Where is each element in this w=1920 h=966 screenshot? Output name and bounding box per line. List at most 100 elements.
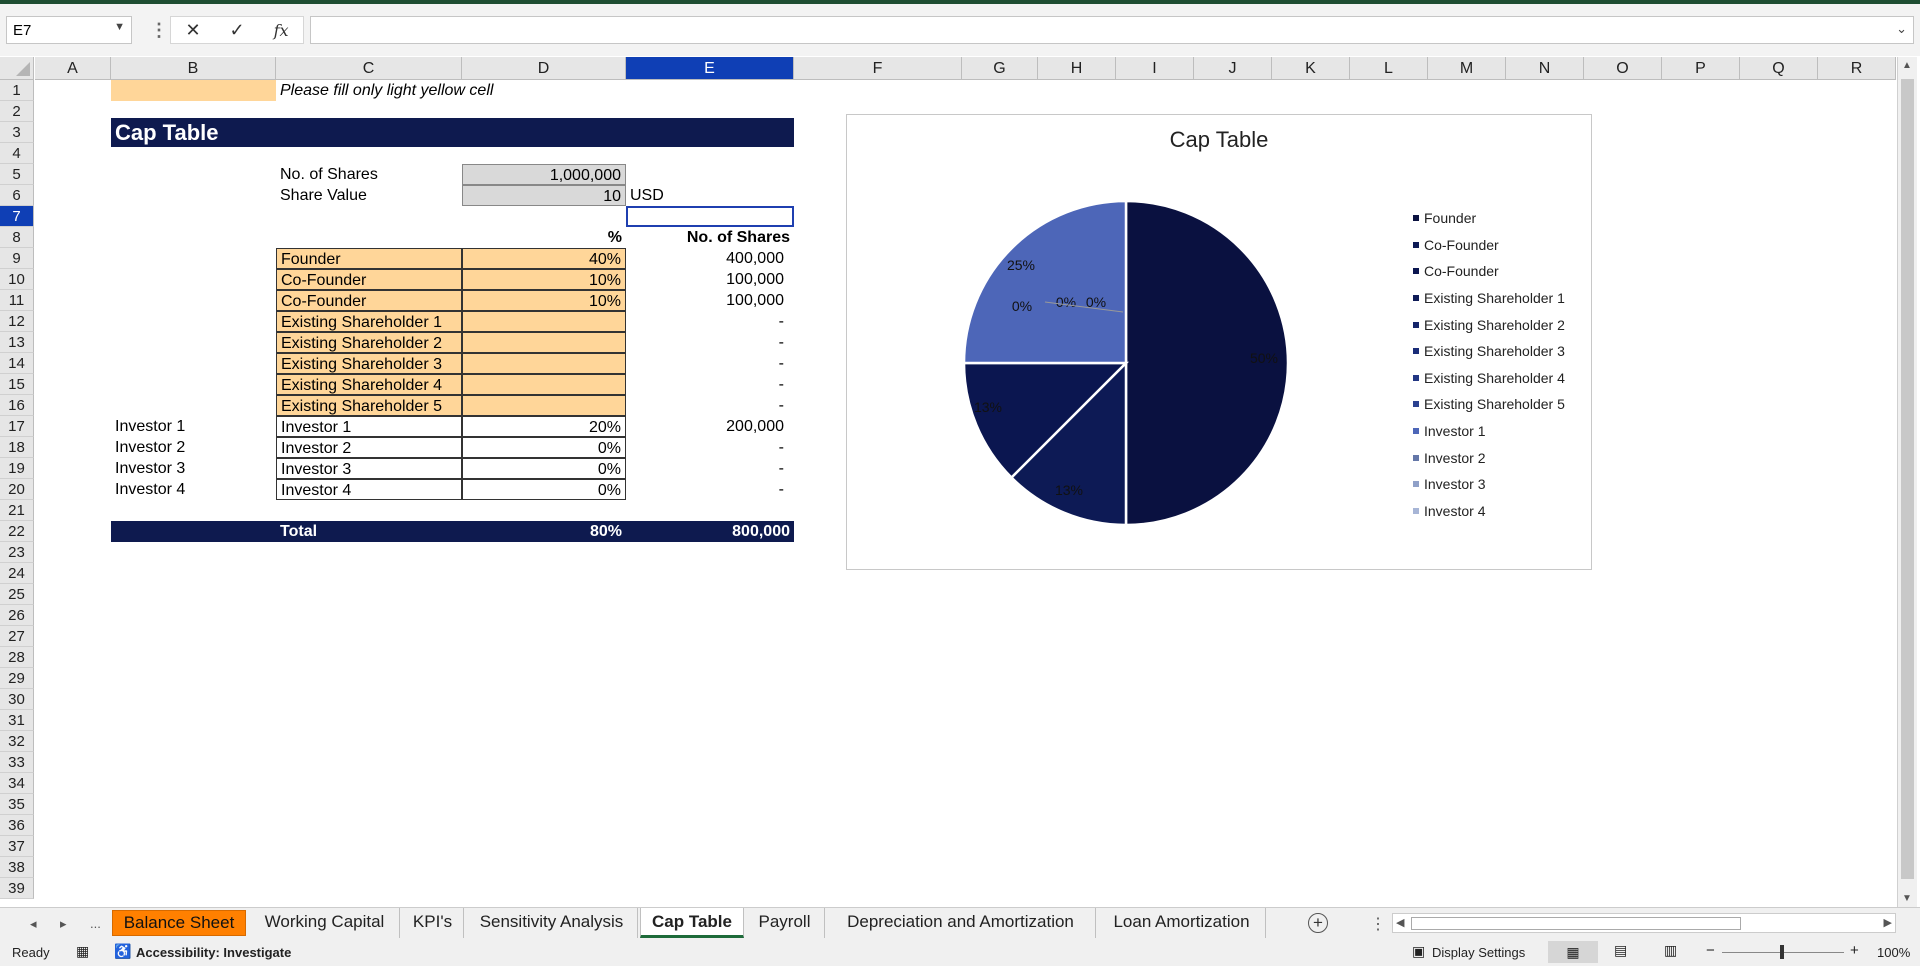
sheet-tab[interactable]: Depreciation and Amortization (826, 908, 1096, 938)
row-header-21[interactable]: 21 (0, 500, 34, 521)
column-header-k[interactable]: K (1272, 57, 1350, 80)
row-header-35[interactable]: 35 (0, 794, 34, 815)
shareholder-name-cell[interactable]: Investor 3 (276, 458, 462, 479)
sheet-tab[interactable]: KPI's (402, 908, 464, 938)
row-header-38[interactable]: 38 (0, 857, 34, 878)
row-header-20[interactable]: 20 (0, 479, 34, 500)
shareholder-name-cell[interactable]: Co-Founder (276, 269, 462, 290)
row-header-36[interactable]: 36 (0, 815, 34, 836)
shareholder-name-cell[interactable]: Co-Founder (276, 290, 462, 311)
row-header-12[interactable]: 12 (0, 311, 34, 332)
shareholder-pct-cell[interactable]: 10% (462, 290, 626, 311)
tab-more-button[interactable]: ... (90, 916, 101, 931)
column-header-j[interactable]: J (1194, 57, 1272, 80)
row-header-9[interactable]: 9 (0, 248, 34, 269)
column-header-o[interactable]: O (1584, 57, 1662, 80)
row-header-26[interactable]: 26 (0, 605, 34, 626)
cancel-icon[interactable]: ✕ (185, 20, 200, 41)
tab-prev-icon[interactable]: ◂ (30, 916, 37, 932)
shareholder-pct-cell[interactable]: 20% (462, 416, 626, 437)
column-header-q[interactable]: Q (1740, 57, 1818, 80)
column-header-r[interactable]: R (1818, 57, 1896, 80)
row-header-39[interactable]: 39 (0, 878, 34, 899)
column-header-p[interactable]: P (1662, 57, 1740, 80)
row-header-37[interactable]: 37 (0, 836, 34, 857)
shareholder-pct-cell[interactable]: 0% (462, 479, 626, 500)
more-options-icon[interactable]: ⋮ (150, 20, 168, 41)
tab-next-icon[interactable]: ▸ (60, 916, 67, 932)
share-value-input[interactable]: 10 (462, 185, 626, 206)
row-header-13[interactable]: 13 (0, 332, 34, 353)
sheet-tab[interactable]: Payroll (745, 908, 825, 938)
row-header-15[interactable]: 15 (0, 374, 34, 395)
row-header-19[interactable]: 19 (0, 458, 34, 479)
column-header-a[interactable]: A (35, 57, 111, 80)
row-header-4[interactable]: 4 (0, 143, 34, 164)
shareholder-name-cell[interactable]: Existing Shareholder 2 (276, 332, 462, 353)
row-header-3[interactable]: 3 (0, 122, 34, 143)
zoom-level[interactable]: 100% (1877, 945, 1910, 960)
select-all-button[interactable] (0, 57, 34, 80)
shareholder-pct-cell[interactable] (462, 374, 626, 395)
row-header-29[interactable]: 29 (0, 668, 34, 689)
shareholder-name-cell[interactable]: Investor 4 (276, 479, 462, 500)
legend-item[interactable]: Existing Shareholder 4 (1413, 365, 1565, 392)
legend-item[interactable]: Existing Shareholder 5 (1413, 391, 1565, 418)
display-settings-label[interactable]: Display Settings (1432, 945, 1525, 960)
active-cell-e7[interactable] (626, 206, 794, 227)
row-header-2[interactable]: 2 (0, 101, 34, 122)
legend-item[interactable]: Co-Founder (1413, 258, 1565, 285)
row-header-34[interactable]: 34 (0, 773, 34, 794)
row-header-10[interactable]: 10 (0, 269, 34, 290)
column-header-d[interactable]: D (462, 57, 626, 80)
zoom-slider-thumb[interactable] (1780, 945, 1784, 959)
legend-item[interactable]: Investor 1 (1413, 418, 1565, 445)
shares-input[interactable]: 1,000,000 (462, 164, 626, 185)
scroll-thumb[interactable] (1901, 79, 1914, 879)
accessibility-icon[interactable]: ♿ (114, 943, 131, 960)
insert-function-icon[interactable]: fx (274, 21, 289, 40)
row-header-22[interactable]: 22 (0, 521, 34, 542)
row-header-25[interactable]: 25 (0, 584, 34, 605)
row-header-7[interactable]: 7 (0, 206, 34, 227)
row-header-5[interactable]: 5 (0, 164, 34, 185)
row-header-8[interactable]: 8 (0, 227, 34, 248)
shareholder-name-cell[interactable]: Investor 1 (276, 416, 462, 437)
page-break-icon[interactable]: ▥ (1664, 942, 1677, 959)
row-header-14[interactable]: 14 (0, 353, 34, 374)
row-header-16[interactable]: 16 (0, 395, 34, 416)
sheet-tab[interactable]: Working Capital (250, 908, 400, 938)
shareholder-pct-cell[interactable] (462, 332, 626, 353)
row-header-17[interactable]: 17 (0, 416, 34, 437)
scroll-up-icon[interactable]: ▲ (1902, 60, 1912, 71)
shareholder-pct-cell[interactable]: 0% (462, 458, 626, 479)
normal-view-icon[interactable]: ▦ (1548, 941, 1598, 963)
sheet-tab[interactable]: Loan Amortization (1098, 908, 1266, 938)
add-sheet-icon[interactable]: + (1308, 913, 1328, 933)
sheet-tab[interactable]: Sensitivity Analysis (466, 908, 638, 938)
vertical-scrollbar[interactable]: ▲ ▼ (1897, 57, 1917, 907)
display-settings-icon[interactable]: ▣ (1412, 943, 1425, 960)
horizontal-scrollbar[interactable]: ◀ ▶ (1392, 913, 1896, 933)
row-header-28[interactable]: 28 (0, 647, 34, 668)
legend-item[interactable]: Investor 3 (1413, 471, 1565, 498)
row-header-6[interactable]: 6 (0, 185, 34, 206)
scroll-left-icon[interactable]: ◀ (1396, 916, 1404, 929)
row-header-24[interactable]: 24 (0, 563, 34, 584)
pie-slice[interactable] (962, 199, 1128, 365)
shareholder-name-cell[interactable]: Existing Shareholder 1 (276, 311, 462, 332)
legend-item[interactable]: Existing Shareholder 3 (1413, 338, 1565, 365)
shareholder-name-cell[interactable]: Existing Shareholder 4 (276, 374, 462, 395)
accessibility-status[interactable]: Accessibility: Investigate (136, 945, 291, 960)
shareholder-pct-cell[interactable] (462, 395, 626, 416)
formula-input[interactable]: ⌄ (310, 16, 1914, 44)
column-header-f[interactable]: F (794, 57, 962, 80)
zoom-out-icon[interactable]: − (1706, 942, 1715, 959)
row-header-27[interactable]: 27 (0, 626, 34, 647)
column-header-l[interactable]: L (1350, 57, 1428, 80)
scroll-right-icon[interactable]: ▶ (1884, 916, 1892, 929)
row-header-33[interactable]: 33 (0, 752, 34, 773)
row-header-32[interactable]: 32 (0, 731, 34, 752)
more-options-icon[interactable]: ⋮ (1370, 914, 1386, 934)
scroll-down-icon[interactable]: ▼ (1902, 893, 1912, 904)
